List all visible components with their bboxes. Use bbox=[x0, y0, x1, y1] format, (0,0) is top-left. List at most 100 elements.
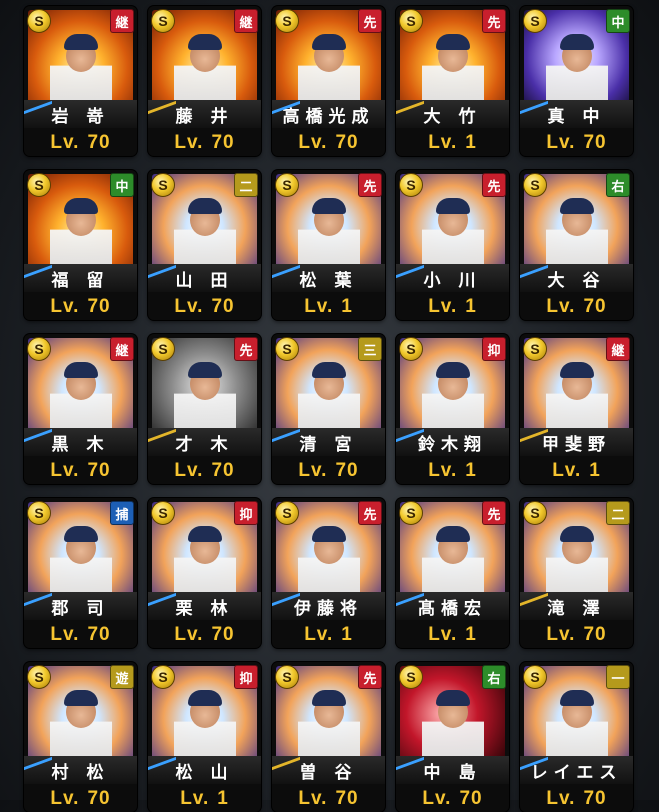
position-badge: 先 bbox=[358, 501, 382, 525]
player-card[interactable]: S 先才 木 Lv. 70 bbox=[148, 334, 261, 484]
s-rank-coin-icon: S bbox=[275, 173, 299, 197]
player-card[interactable]: S 先伊藤将 Lv. 1 bbox=[272, 498, 385, 648]
player-card[interactable]: S 捕郡 司 Lv. 70 bbox=[24, 498, 137, 648]
player-card[interactable]: S 中真 中 Lv. 70 bbox=[520, 6, 633, 156]
level-display: Lv. 1 bbox=[520, 457, 633, 484]
player-card-grid: S継岩 嵜 Lv. 70 S 継藤 井 Lv. 70 S 先高橋光成 Lv. 70 S 先大 竹 Lv. 1… bbox=[24, 6, 633, 812]
level-label: Lv. bbox=[428, 459, 458, 481]
player-figure bbox=[421, 690, 484, 762]
player-card[interactable]: S 遊村 松 Lv. 70 bbox=[24, 662, 137, 812]
player-card[interactable]: S 継黒 木 Lv. 70 bbox=[24, 334, 137, 484]
position-badge: 先 bbox=[358, 665, 382, 689]
level-value: 70 bbox=[335, 131, 359, 153]
player-figure bbox=[421, 526, 484, 598]
level-display: Lv. 70 bbox=[148, 621, 261, 648]
level-value: 1 bbox=[341, 295, 353, 317]
position-badge: 先 bbox=[234, 337, 258, 361]
player-figure bbox=[545, 34, 608, 106]
player-card[interactable]: S 抑鈴木翔 Lv. 1 bbox=[396, 334, 509, 484]
player-figure bbox=[173, 198, 236, 270]
player-name: 大 谷 bbox=[520, 264, 633, 292]
player-card[interactable]: S 二山 田 Lv. 70 bbox=[148, 170, 261, 320]
player-card[interactable]: S 右中 島 Lv. 70 bbox=[396, 662, 509, 812]
level-label: Lv. bbox=[50, 131, 80, 153]
level-value: 70 bbox=[87, 131, 111, 153]
position-badge: 継 bbox=[234, 9, 258, 33]
player-name: 藤 井 bbox=[148, 100, 261, 128]
player-card[interactable]: S 先松 葉 Lv. 1 bbox=[272, 170, 385, 320]
player-figure bbox=[49, 34, 112, 106]
level-display: Lv. 70 bbox=[24, 621, 137, 648]
player-card[interactable]: S 二滝 澤 Lv. 70 bbox=[520, 498, 633, 648]
player-card[interactable]: S 先小 川 Lv. 1 bbox=[396, 170, 509, 320]
level-value: 70 bbox=[335, 459, 359, 481]
player-figure bbox=[421, 362, 484, 434]
level-label: Lv. bbox=[50, 459, 80, 481]
s-rank-coin-icon: S bbox=[151, 501, 175, 525]
player-name: 高橋光成 bbox=[272, 100, 385, 128]
s-rank-coin-icon: S bbox=[27, 9, 51, 33]
position-badge: 中 bbox=[110, 173, 134, 197]
level-label: Lv. bbox=[546, 295, 576, 317]
position-badge: 遊 bbox=[110, 665, 134, 689]
player-card[interactable]: S 継甲斐野 Lv. 1 bbox=[520, 334, 633, 484]
level-value: 70 bbox=[583, 295, 607, 317]
level-value: 1 bbox=[217, 787, 229, 809]
player-card[interactable]: S 継岩 嵜 Lv. 70 bbox=[24, 6, 137, 156]
level-value: 70 bbox=[211, 459, 235, 481]
level-value: 70 bbox=[583, 131, 607, 153]
level-display: Lv. 1 bbox=[396, 293, 509, 320]
level-display: Lv. 70 bbox=[272, 785, 385, 812]
position-badge: 抑 bbox=[482, 337, 506, 361]
player-name: 栗 林 bbox=[148, 592, 261, 620]
s-rank-coin-icon: S bbox=[523, 9, 547, 33]
player-card[interactable]: S 先大 竹 Lv. 1 bbox=[396, 6, 509, 156]
s-rank-coin-icon: S bbox=[523, 665, 547, 689]
s-rank-coin-icon: S bbox=[275, 665, 299, 689]
player-figure bbox=[173, 362, 236, 434]
player-figure bbox=[49, 526, 112, 598]
player-name: 大 竹 bbox=[396, 100, 509, 128]
player-card[interactable]: S 一レイエス Lv. 70 bbox=[520, 662, 633, 812]
s-rank-coin-icon: S bbox=[523, 501, 547, 525]
level-value: 70 bbox=[211, 295, 235, 317]
player-name: 才 木 bbox=[148, 428, 261, 456]
s-rank-coin-icon: S bbox=[151, 665, 175, 689]
s-rank-coin-icon: S bbox=[27, 501, 51, 525]
player-card[interactable]: S 三清 宮 Lv. 70 bbox=[272, 334, 385, 484]
level-display: Lv. 70 bbox=[396, 785, 509, 812]
player-name: 曽 谷 bbox=[272, 756, 385, 784]
player-name: 甲斐野 bbox=[520, 428, 633, 456]
position-badge: 継 bbox=[110, 337, 134, 361]
player-card[interactable]: S 右大 谷 Lv. 70 bbox=[520, 170, 633, 320]
level-value: 70 bbox=[87, 623, 111, 645]
position-badge: 抑 bbox=[234, 665, 258, 689]
player-card[interactable]: S 先高橋光成 Lv. 70 bbox=[272, 6, 385, 156]
s-rank-coin-icon: S bbox=[399, 665, 423, 689]
level-label: Lv. bbox=[180, 787, 210, 809]
player-figure bbox=[545, 362, 608, 434]
position-badge: 先 bbox=[482, 173, 506, 197]
player-card[interactable]: S 抑松 山 Lv. 1 bbox=[148, 662, 261, 812]
position-badge: 先 bbox=[482, 9, 506, 33]
player-name: レイエス bbox=[520, 756, 633, 784]
level-label: Lv. bbox=[428, 131, 458, 153]
s-rank-coin-icon: S bbox=[151, 337, 175, 361]
s-rank-coin-icon: S bbox=[399, 501, 423, 525]
level-display: Lv. 70 bbox=[520, 785, 633, 812]
level-value: 1 bbox=[341, 623, 353, 645]
level-label: Lv. bbox=[304, 295, 334, 317]
player-card[interactable]: S 中福 留 Lv. 70 bbox=[24, 170, 137, 320]
level-display: Lv. 70 bbox=[520, 621, 633, 648]
level-display: Lv. 1 bbox=[396, 621, 509, 648]
player-name: 伊藤将 bbox=[272, 592, 385, 620]
s-rank-coin-icon: S bbox=[275, 337, 299, 361]
player-card[interactable]: S 継藤 井 Lv. 70 bbox=[148, 6, 261, 156]
player-card[interactable]: S 先曽 谷 Lv. 70 bbox=[272, 662, 385, 812]
s-rank-coin-icon: S bbox=[399, 173, 423, 197]
level-display: Lv. 70 bbox=[148, 293, 261, 320]
s-rank-coin-icon: S bbox=[399, 9, 423, 33]
player-card[interactable]: S 抑栗 林 Lv. 70 bbox=[148, 498, 261, 648]
player-name: 滝 澤 bbox=[520, 592, 633, 620]
player-card[interactable]: S 先髙橋宏 Lv. 1 bbox=[396, 498, 509, 648]
